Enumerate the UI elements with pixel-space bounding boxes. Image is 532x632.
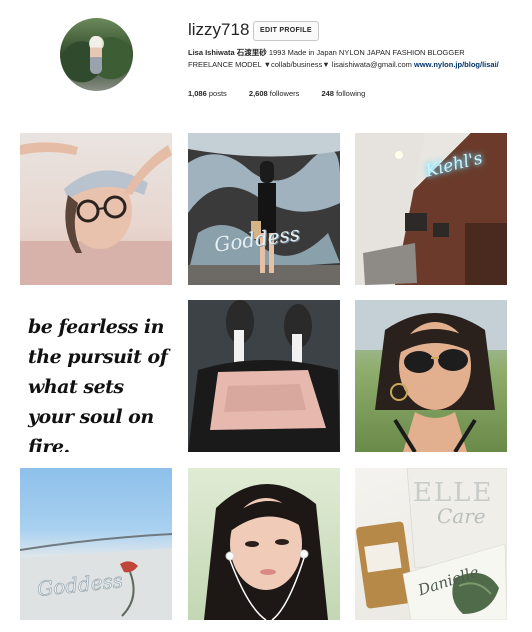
post-thumbnail[interactable]: be fearless in the pursuit of what sets …: [20, 300, 172, 452]
following-count: 248: [321, 89, 334, 98]
post-thumbnail[interactable]: Goddess: [20, 468, 172, 620]
post-thumbnail[interactable]: [355, 133, 507, 285]
posts-count: 1,086: [188, 89, 207, 98]
profile-bio: Lisa Ishiwata 石渡里砂 1993 Made in Japan NY…: [188, 47, 508, 71]
post-thumbnail[interactable]: [20, 133, 172, 285]
following-label: following: [336, 89, 366, 98]
followers-stat[interactable]: 2,608 followers: [249, 89, 299, 98]
post-image: [204, 483, 328, 620]
posts-stat: 1,086 posts: [188, 89, 227, 98]
post-thumbnail[interactable]: [188, 133, 340, 285]
posts-label: posts: [208, 89, 227, 98]
edit-profile-button[interactable]: EDIT PROFILE: [253, 21, 319, 41]
post-image: Goddess: [20, 533, 172, 620]
bio-website-link[interactable]: www.nylon.jp/blog/lisai/: [414, 60, 499, 69]
bio-full-name: Lisa Ishiwata 石渡里砂: [188, 48, 267, 57]
post-image: [355, 133, 507, 285]
post-image: [188, 133, 340, 285]
avatar-figure: [90, 36, 102, 74]
post-thumbnail[interactable]: [355, 300, 507, 452]
post-thumbnail[interactable]: ELLE Care Danielle: [355, 468, 507, 620]
post-thumbnail[interactable]: [188, 468, 340, 620]
following-stat[interactable]: 248 following: [321, 89, 365, 98]
post-image: [20, 142, 172, 285]
post-image: [355, 300, 507, 452]
post-thumbnail[interactable]: [188, 300, 340, 452]
quote-text: be fearless in the pursuit of what sets …: [28, 316, 168, 452]
post-image: [188, 300, 340, 452]
followers-label: followers: [269, 89, 300, 98]
profile-avatar[interactable]: [60, 18, 133, 91]
magazine-subtitle: Care: [437, 504, 486, 528]
profile-username: lizzy718: [188, 20, 250, 39]
followers-count: 2,608: [248, 89, 268, 98]
profile-stats: 1,086 posts 2,608 followers 248 followin…: [188, 89, 385, 98]
